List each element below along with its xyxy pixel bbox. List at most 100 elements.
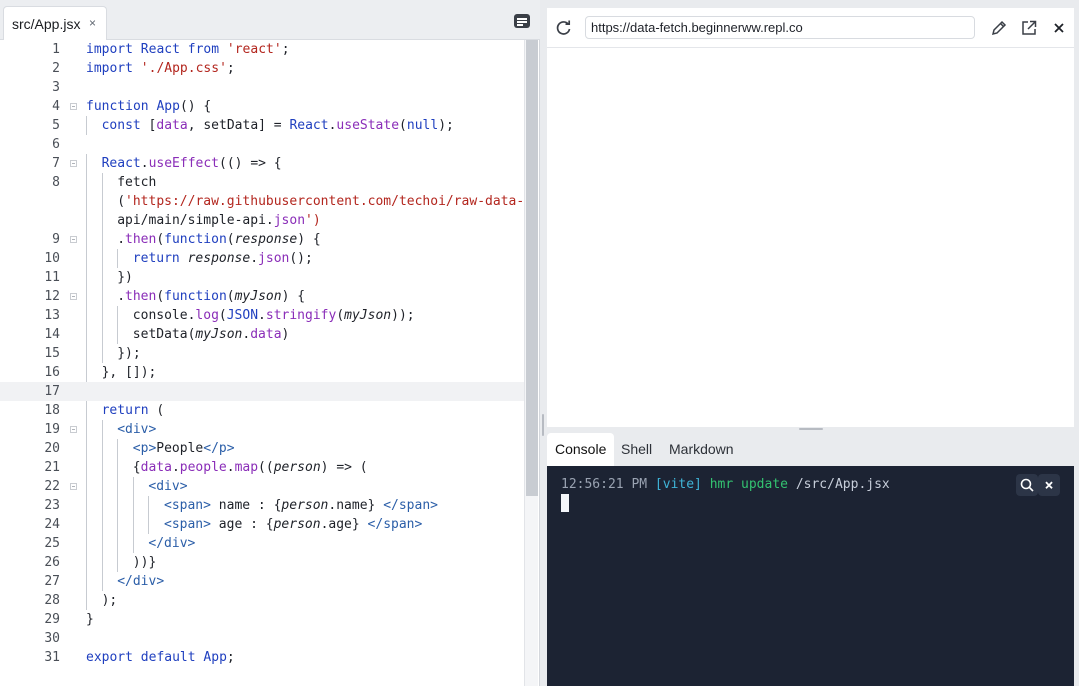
code-line[interactable]: 16}, []); bbox=[0, 363, 525, 382]
indent-guide bbox=[117, 477, 119, 496]
indent-guide bbox=[117, 249, 119, 268]
code-line[interactable]: 21 {data.people.map((person) => ( bbox=[0, 458, 525, 477]
code-line[interactable]: 9 .then(function(response) { bbox=[0, 230, 525, 249]
line-number: 31 bbox=[44, 650, 60, 665]
tab-shell[interactable]: Shell bbox=[613, 433, 660, 466]
webview-pane: https://data-fetch.beginnerww.repl.co bbox=[547, 8, 1074, 427]
edit-pencil-icon[interactable] bbox=[990, 19, 1008, 37]
code-text: ))} bbox=[132, 555, 157, 570]
console-search-icon[interactable] bbox=[1016, 474, 1038, 496]
code-line[interactable]: 26))} bbox=[0, 553, 525, 572]
indent-guide bbox=[101, 306, 103, 325]
code-text: } bbox=[86, 612, 94, 627]
fold-toggle-icon[interactable] bbox=[70, 426, 77, 433]
code-line[interactable]: 17 bbox=[0, 382, 525, 401]
indent-guide bbox=[101, 192, 103, 211]
code-line[interactable]: 25 </div> bbox=[0, 534, 525, 553]
indent-guide bbox=[86, 154, 87, 173]
code-line[interactable]: 8 fetch bbox=[0, 173, 525, 192]
code-line[interactable]: 18 return ( bbox=[0, 401, 525, 420]
tab-console[interactable]: Console bbox=[547, 433, 615, 466]
line-number: 16 bbox=[44, 365, 60, 380]
code-line[interactable]: 3 bbox=[0, 78, 525, 97]
editor-menu-icon[interactable] bbox=[514, 14, 530, 28]
url-input[interactable]: https://data-fetch.beginnerww.repl.co bbox=[585, 16, 975, 39]
code-text: <div> bbox=[148, 479, 188, 494]
console-close-icon[interactable]: × bbox=[1038, 474, 1060, 496]
line-number: 22 bbox=[44, 479, 60, 494]
horizontal-splitter-handle[interactable] bbox=[799, 428, 823, 430]
code-line[interactable]: api/main/simple-api.json') bbox=[0, 211, 525, 230]
line-number: 26 bbox=[44, 555, 60, 570]
line-number: 25 bbox=[44, 536, 60, 551]
editor-scrollbar-thumb[interactable] bbox=[526, 40, 538, 496]
code-line[interactable]: 29} bbox=[0, 610, 525, 629]
code-line[interactable]: 15}); bbox=[0, 344, 525, 363]
code-line[interactable]: 30 bbox=[0, 629, 525, 648]
code-line[interactable]: 6 bbox=[0, 135, 525, 154]
indent-guide bbox=[86, 344, 87, 363]
fold-toggle-icon[interactable] bbox=[70, 103, 77, 110]
code-line[interactable]: 5 const [data, setData] = React.useState(… bbox=[0, 116, 525, 135]
code-line[interactable]: ('https://raw.githubusercontent.com/tech… bbox=[0, 192, 525, 211]
code-line[interactable]: 14 setData(myJson.data) bbox=[0, 325, 525, 344]
code-line[interactable]: 13 console.log(JSON.stringify(myJson)); bbox=[0, 306, 525, 325]
indent-guide bbox=[101, 420, 103, 439]
pane-splitter[interactable] bbox=[540, 0, 547, 686]
indent-guide bbox=[101, 515, 103, 534]
indent-guide bbox=[86, 211, 87, 230]
line-number: 18 bbox=[44, 403, 60, 418]
code-text: api/main/simple-api.json') bbox=[117, 213, 321, 228]
code-line[interactable]: 31 export default App; bbox=[0, 648, 525, 667]
indent-guide bbox=[86, 306, 87, 325]
line-number: 28 bbox=[44, 593, 60, 608]
editor-scrollbar[interactable] bbox=[524, 40, 538, 686]
code-line[interactable]: 11}) bbox=[0, 268, 525, 287]
line-number: 1 bbox=[52, 42, 60, 57]
fold-toggle-icon[interactable] bbox=[70, 483, 77, 490]
code-text: .then(function(response) { bbox=[117, 232, 321, 247]
code-line[interactable]: 2 import './App.css'; bbox=[0, 59, 525, 78]
code-text: </div> bbox=[148, 536, 196, 551]
indent-guide bbox=[86, 439, 87, 458]
code-line[interactable]: 7 React.useEffect(() => { bbox=[0, 154, 525, 173]
indent-guide bbox=[86, 325, 87, 344]
code-text: {data.people.map((person) => ( bbox=[132, 460, 368, 475]
line-number: 15 bbox=[44, 346, 60, 361]
log-tag: [vite] bbox=[654, 477, 702, 492]
fold-toggle-icon[interactable] bbox=[70, 236, 77, 243]
indent-guide bbox=[117, 534, 119, 553]
fold-toggle-icon[interactable] bbox=[70, 293, 77, 300]
close-webview-icon[interactable] bbox=[1050, 19, 1068, 37]
tab-app-jsx[interactable]: src/App.jsx × bbox=[3, 6, 107, 40]
code-text: console.log(JSON.stringify(myJson)); bbox=[132, 308, 415, 323]
tab-markdown[interactable]: Markdown bbox=[661, 433, 742, 466]
fold-toggle-icon[interactable] bbox=[70, 160, 77, 167]
code-area[interactable]: 1 import React from 'react'; 2 import './Ap… bbox=[0, 40, 525, 686]
indent-guide bbox=[101, 496, 103, 515]
code-line[interactable]: 1 import React from 'react'; bbox=[0, 40, 525, 59]
line-number: 14 bbox=[44, 327, 60, 342]
code-line[interactable]: 4 function App() { bbox=[0, 97, 525, 116]
line-number: 29 bbox=[44, 612, 60, 627]
tab-close-icon[interactable]: × bbox=[89, 16, 96, 30]
code-line[interactable]: 10 return response.json(); bbox=[0, 249, 525, 268]
indent-guide bbox=[117, 306, 119, 325]
open-new-tab-icon[interactable] bbox=[1020, 19, 1038, 37]
indent-guide bbox=[101, 249, 103, 268]
indent-guide bbox=[101, 458, 103, 477]
reload-icon[interactable] bbox=[555, 19, 573, 37]
console-output[interactable]: 12:56:21 PM [vite] hmr update /src/App.j… bbox=[547, 466, 1074, 686]
code-line[interactable]: 12 .then(function(myJson) { bbox=[0, 287, 525, 306]
console-cursor bbox=[561, 494, 569, 512]
code-line[interactable]: 19 <div> bbox=[0, 420, 525, 439]
code-line[interactable]: 24 <span> age : {person.age} </span> bbox=[0, 515, 525, 534]
code-line[interactable]: 22 <div> bbox=[0, 477, 525, 496]
code-line[interactable]: 20 <p>People</p> bbox=[0, 439, 525, 458]
indent-guide bbox=[86, 268, 87, 287]
code-line[interactable]: 23 <span> name : {person.name} </span> bbox=[0, 496, 525, 515]
indent-guide bbox=[117, 496, 119, 515]
indent-guide bbox=[132, 477, 134, 496]
code-line[interactable]: 28); bbox=[0, 591, 525, 610]
code-line[interactable]: 27 </div> bbox=[0, 572, 525, 591]
